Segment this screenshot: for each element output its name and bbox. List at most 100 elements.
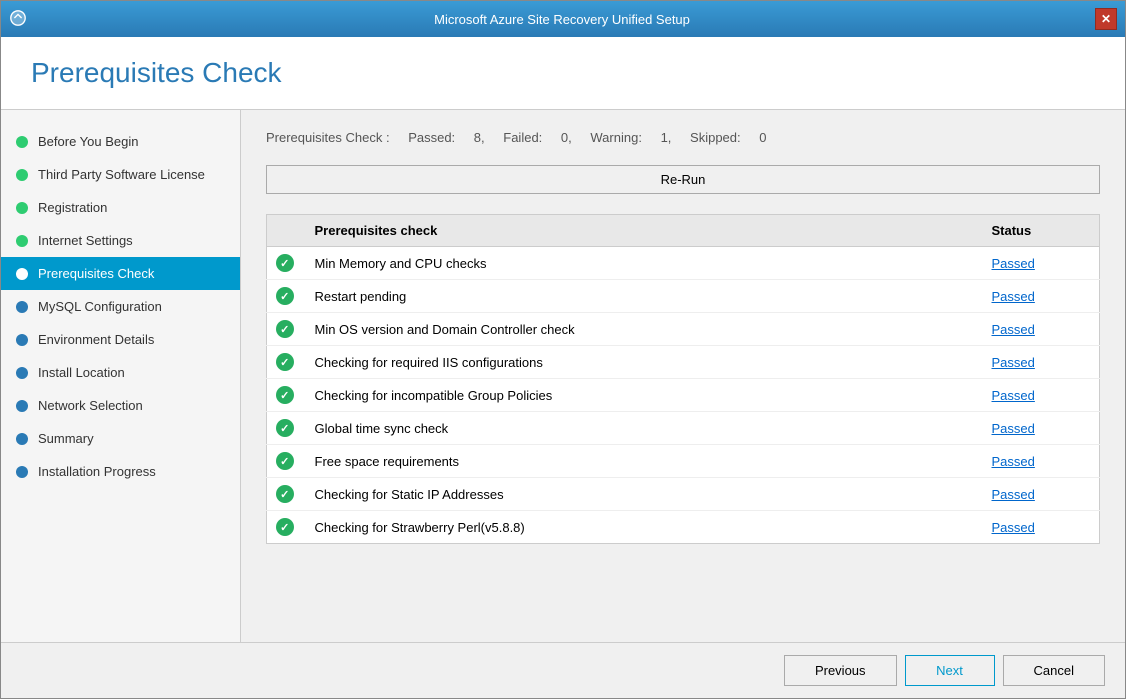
row-status-0: Passed	[980, 247, 1100, 280]
check-passed-icon: ✓	[276, 485, 294, 503]
sidebar-label-prerequisites-check: Prerequisites Check	[38, 266, 154, 281]
status-link-0[interactable]: Passed	[992, 256, 1035, 271]
row-icon-1: ✓	[267, 280, 303, 313]
sidebar-item-environment-details[interactable]: Environment Details	[1, 323, 240, 356]
next-button[interactable]: Next	[905, 655, 995, 686]
check-passed-icon: ✓	[276, 452, 294, 470]
main-window: Microsoft Azure Site Recovery Unified Se…	[0, 0, 1126, 699]
sidebar-item-network-selection[interactable]: Network Selection	[1, 389, 240, 422]
row-icon-4: ✓	[267, 379, 303, 412]
row-status-2: Passed	[980, 313, 1100, 346]
sidebar-dot-prerequisites-check	[16, 268, 28, 280]
cancel-button[interactable]: Cancel	[1003, 655, 1105, 686]
sidebar-item-before-you-begin[interactable]: Before You Begin	[1, 125, 240, 158]
status-link-7[interactable]: Passed	[992, 487, 1035, 502]
sidebar-label-summary: Summary	[38, 431, 94, 446]
sidebar-dot-registration	[16, 202, 28, 214]
sidebar-item-install-location[interactable]: Install Location	[1, 356, 240, 389]
status-link-4[interactable]: Passed	[992, 388, 1035, 403]
row-check-name-1: Restart pending	[303, 280, 980, 313]
status-link-2[interactable]: Passed	[992, 322, 1035, 337]
skipped-label: Skipped:	[690, 130, 741, 145]
table-row: ✓Min Memory and CPU checks Passed	[267, 247, 1100, 280]
sidebar: Before You Begin Third Party Software Lic…	[1, 110, 241, 642]
sidebar-dot-internet-settings	[16, 235, 28, 247]
check-passed-icon: ✓	[276, 320, 294, 338]
row-icon-7: ✓	[267, 478, 303, 511]
close-button[interactable]: ✕	[1095, 8, 1117, 30]
col-check-header: Prerequisites check	[303, 215, 980, 247]
sidebar-item-summary[interactable]: Summary	[1, 422, 240, 455]
status-link-1[interactable]: Passed	[992, 289, 1035, 304]
table-row: ✓ Checking for Strawberry Perl(v5.8.8) Pas…	[267, 511, 1100, 544]
warning-label: Warning:	[590, 130, 642, 145]
sidebar-dot-before-you-begin	[16, 136, 28, 148]
table-row: ✓Restart pending Passed	[267, 280, 1100, 313]
row-status-1: Passed	[980, 280, 1100, 313]
sidebar-dot-mysql-configuration	[16, 301, 28, 313]
row-icon-8: ✓	[267, 511, 303, 544]
table-row: ✓ Free space requirements Passed	[267, 445, 1100, 478]
row-check-name-8: Checking for Strawberry Perl(v5.8.8)	[303, 511, 980, 544]
passed-label: Passed:	[408, 130, 455, 145]
table-row: ✓ Checking for incompatible Group Policie…	[267, 379, 1100, 412]
previous-button[interactable]: Previous	[784, 655, 897, 686]
sidebar-label-internet-settings: Internet Settings	[38, 233, 133, 248]
sidebar-item-registration[interactable]: Registration	[1, 191, 240, 224]
summary-line: Prerequisites Check : Passed: 8, Failed:…	[266, 130, 1100, 145]
check-passed-icon: ✓	[276, 353, 294, 371]
content-area: Before You Begin Third Party Software Lic…	[1, 110, 1125, 642]
table-row: ✓Checking for Static IP AddressesPassed	[267, 478, 1100, 511]
row-status-7: Passed	[980, 478, 1100, 511]
check-passed-icon: ✓	[276, 518, 294, 536]
row-check-name-4: Checking for incompatible Group Policies	[303, 379, 980, 412]
sidebar-dot-environment-details	[16, 334, 28, 346]
row-status-5: Passed	[980, 412, 1100, 445]
sidebar-item-third-party-software[interactable]: Third Party Software License	[1, 158, 240, 191]
footer-area: Previous Next Cancel	[1, 642, 1125, 698]
row-icon-0: ✓	[267, 247, 303, 280]
sidebar-dot-network-selection	[16, 400, 28, 412]
warning-value: 1,	[661, 130, 672, 145]
sidebar-item-internet-settings[interactable]: Internet Settings	[1, 224, 240, 257]
status-link-8[interactable]: Passed	[992, 520, 1035, 535]
sidebar-label-before-you-begin: Before You Begin	[38, 134, 138, 149]
row-check-name-5: Global time sync check	[303, 412, 980, 445]
failed-value: 0,	[561, 130, 572, 145]
failed-label: Failed:	[503, 130, 542, 145]
sidebar-dot-summary	[16, 433, 28, 445]
sidebar-item-installation-progress[interactable]: Installation Progress	[1, 455, 240, 488]
row-status-8: Passed	[980, 511, 1100, 544]
rerun-button[interactable]: Re-Run	[266, 165, 1100, 194]
col-status-header: Status	[980, 215, 1100, 247]
status-link-5[interactable]: Passed	[992, 421, 1035, 436]
table-row: ✓ Global time sync check Passed	[267, 412, 1100, 445]
row-icon-2: ✓	[267, 313, 303, 346]
sidebar-label-environment-details: Environment Details	[38, 332, 154, 347]
check-passed-icon: ✓	[276, 386, 294, 404]
sidebar-label-mysql-configuration: MySQL Configuration	[38, 299, 162, 314]
sidebar-dot-installation-progress	[16, 466, 28, 478]
sidebar-item-prerequisites-check[interactable]: Prerequisites Check	[1, 257, 240, 290]
row-status-3: Passed	[980, 346, 1100, 379]
row-icon-5: ✓	[267, 412, 303, 445]
row-status-6: Passed	[980, 445, 1100, 478]
status-link-3[interactable]: Passed	[992, 355, 1035, 370]
row-check-name-0: Min Memory and CPU checks	[303, 247, 980, 280]
table-wrapper: Prerequisites check Status ✓Min Memory a…	[266, 214, 1100, 622]
row-check-name-6: Free space requirements	[303, 445, 980, 478]
sidebar-dot-install-location	[16, 367, 28, 379]
sidebar-item-mysql-configuration[interactable]: MySQL Configuration	[1, 290, 240, 323]
skipped-value: 0	[759, 130, 766, 145]
sidebar-label-third-party-software: Third Party Software License	[38, 167, 205, 182]
title-bar: Microsoft Azure Site Recovery Unified Se…	[1, 1, 1125, 37]
main-content: Prerequisites Check : Passed: 8, Failed:…	[241, 110, 1125, 642]
check-passed-icon: ✓	[276, 419, 294, 437]
status-link-6[interactable]: Passed	[992, 454, 1035, 469]
passed-value: 8,	[474, 130, 485, 145]
sidebar-label-installation-progress: Installation Progress	[38, 464, 156, 479]
prerequisites-table: Prerequisites check Status ✓Min Memory a…	[266, 214, 1100, 544]
sidebar-label-registration: Registration	[38, 200, 107, 215]
sidebar-dot-third-party-software	[16, 169, 28, 181]
table-row: ✓Checking for required IIS configuration…	[267, 346, 1100, 379]
